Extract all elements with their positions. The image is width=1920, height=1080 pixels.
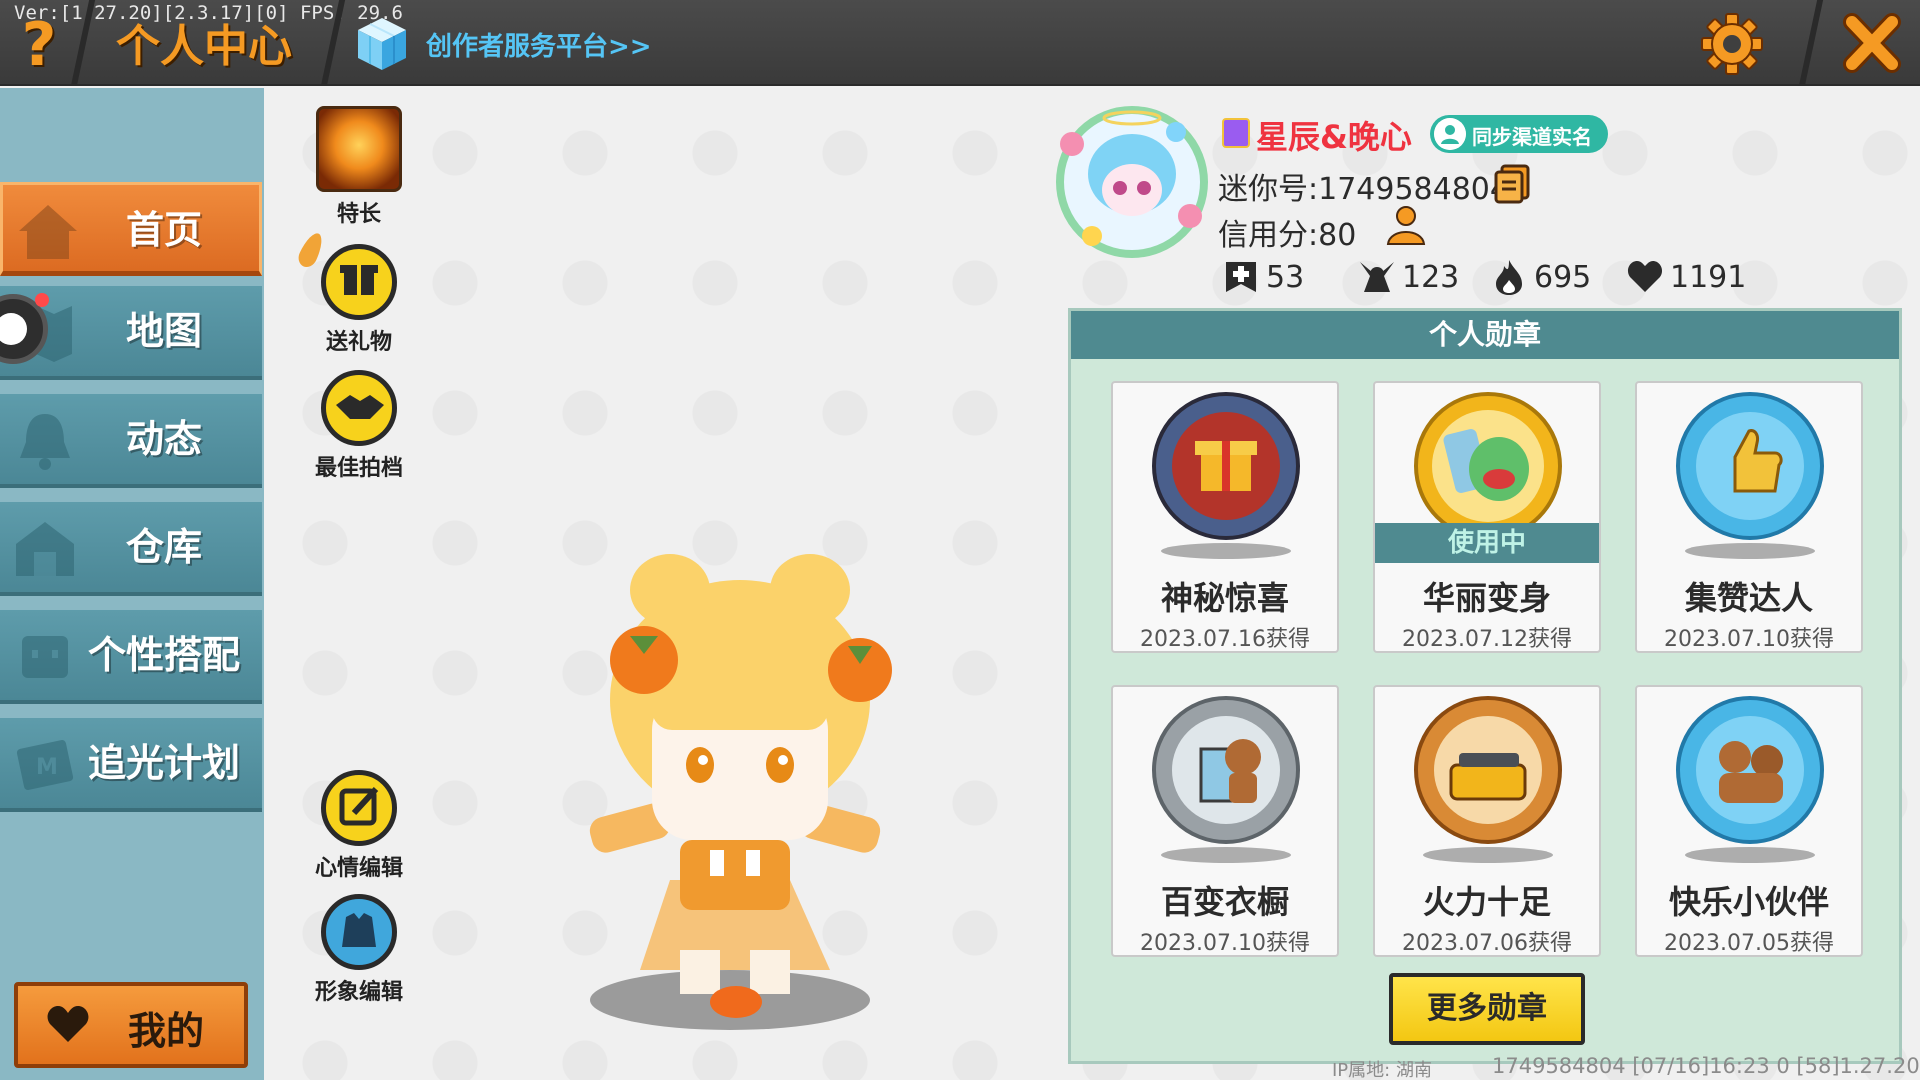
medal-card[interactable]: 快乐小伙伴 2023.07.05获得 <box>1635 685 1863 957</box>
medal-date: 2023.07.16获得 <box>1140 627 1310 652</box>
fans-icon <box>1360 262 1394 292</box>
sidebar-item-warehouse[interactable]: 仓库 <box>0 502 262 596</box>
medal-date: 2023.07.06获得 <box>1402 931 1572 956</box>
medal-panel-title: 个人勋章 <box>1071 311 1899 359</box>
copy-icon[interactable] <box>1492 164 1532 204</box>
sync-realname-button[interactable]: 同步渠道实名 <box>1430 115 1608 153</box>
talent-button[interactable]: 特长 <box>304 106 414 228</box>
medal-name: 百变衣橱 <box>1160 883 1289 921</box>
profile-avatar[interactable] <box>1052 104 1212 260</box>
stat-value: 123 <box>1402 260 1460 295</box>
medal-card[interactable]: 百变衣橱 2023.07.10获得 <box>1111 685 1339 957</box>
medal-name: 集赞达人 <box>1684 579 1813 617</box>
my-button[interactable]: 我的 <box>14 982 248 1068</box>
heart-icon <box>1627 261 1663 292</box>
sidebar-item-plan[interactable]: M 追光计划 <box>0 718 262 812</box>
in-use-tag: 使用中 <box>1375 523 1599 563</box>
mini-id: 迷你号:1749584804 <box>1218 172 1509 207</box>
image-edit-button[interactable]: 形象编辑 <box>304 894 414 1006</box>
stat-value: 1191 <box>1670 260 1747 295</box>
flame-icon <box>1496 260 1522 295</box>
cube-icon[interactable] <box>356 16 408 72</box>
medal-name: 快乐小伙伴 <box>1668 883 1829 921</box>
mood-edit-label: 心情编辑 <box>314 856 403 881</box>
mystery-gift-medal-icon <box>1152 392 1300 540</box>
talent-label: 特长 <box>336 202 381 227</box>
medal-card[interactable]: 使用中 华丽变身 2023.07.12获得 <box>1373 381 1601 653</box>
transform-medal-icon <box>1414 392 1562 540</box>
sidebar-item-label: 个性搭配 <box>87 633 240 677</box>
vip-badge-icon <box>1222 118 1250 148</box>
plus-icon <box>1226 262 1256 292</box>
sidebar-item-label: 地图 <box>125 309 202 353</box>
creator-platform-link[interactable]: 创作者服务平台>> <box>426 26 652 63</box>
medal-date: 2023.07.10获得 <box>1140 931 1310 956</box>
credit-score: 信用分:80 <box>1218 218 1357 253</box>
credit-user-icon[interactable] <box>1384 204 1428 248</box>
nickname: 星辰&晚心 <box>1256 118 1412 156</box>
medal-card[interactable]: 神秘惊喜 2023.07.16获得 <box>1111 381 1339 653</box>
medal-card[interactable]: 集赞达人 2023.07.10获得 <box>1635 381 1863 653</box>
outfit-icon <box>321 894 397 970</box>
footer-info: 1749584804 [07/16]16:23 0 [58]1.27.20 <box>1492 1054 1920 1078</box>
medal-name: 华丽变身 <box>1422 579 1551 617</box>
gear-icon[interactable] <box>1700 12 1764 76</box>
sidebar-item-label: 动态 <box>125 417 202 461</box>
medal-date: 2023.07.05获得 <box>1664 931 1834 956</box>
medal-name: 火力十足 <box>1422 883 1551 921</box>
sidebar-item-label: 首页 <box>125 208 202 252</box>
page-title: 个人中心 <box>116 21 292 72</box>
edit-icon <box>321 770 397 846</box>
top-bar: Ver:[1.27.20][2.3.17][0] FPS: 29.6 ? 个人中… <box>0 0 1920 86</box>
medal-panel: 个人勋章 神秘惊喜 2023.07.16获得 使用中 华丽变身 2023.07.… <box>1068 308 1902 1064</box>
help-icon[interactable]: ? <box>14 14 64 76</box>
gift-button[interactable]: 送礼物 <box>304 244 414 356</box>
ip-location: IP属地: 湖南 <box>1332 1060 1432 1080</box>
sidebar-item-outfit[interactable]: 个性搭配 <box>0 610 262 704</box>
heart-icon <box>47 1006 89 1042</box>
gift-icon <box>321 244 397 320</box>
stat-value: 695 <box>1534 260 1592 295</box>
sidebar: 首页 地图 动态 仓库 个性搭配 M 追光计划 <box>0 88 264 1080</box>
sidebar-item-label: 仓库 <box>125 525 202 569</box>
close-icon[interactable] <box>1840 10 1904 76</box>
happy-partner-medal-icon <box>1676 696 1824 844</box>
more-medals-button[interactable]: 更多勋章 <box>1389 973 1585 1045</box>
medal-date: 2023.07.10获得 <box>1664 627 1834 652</box>
firepower-medal-icon <box>1414 696 1562 844</box>
mood-edit-button[interactable]: 心情编辑 <box>304 770 414 882</box>
sidebar-item-feed[interactable]: 动态 <box>0 394 262 488</box>
handshake-icon <box>321 370 397 446</box>
player-avatar[interactable] <box>560 550 940 1040</box>
likes-master-medal-icon <box>1676 392 1824 540</box>
my-button-label: 我的 <box>128 1009 205 1053</box>
partner-button[interactable]: 最佳拍档 <box>304 370 414 482</box>
partner-label: 最佳拍档 <box>314 456 403 481</box>
sidebar-item-label: 追光计划 <box>87 741 240 785</box>
gift-label: 送礼物 <box>325 330 392 355</box>
medal-date: 2023.07.12获得 <box>1402 627 1572 652</box>
notification-dot <box>35 293 49 307</box>
wardrobe-medal-icon <box>1152 696 1300 844</box>
sidebar-item-home[interactable]: 首页 <box>0 182 262 276</box>
talent-icon <box>316 106 402 192</box>
medal-card[interactable]: 火力十足 2023.07.06获得 <box>1373 685 1601 957</box>
svg-text:M: M <box>36 755 58 780</box>
image-edit-label: 形象编辑 <box>314 980 403 1005</box>
stat-value: 53 <box>1266 260 1305 295</box>
user-check-icon <box>1434 118 1466 150</box>
separator <box>1798 0 1824 86</box>
sync-realname-label: 同步渠道实名 <box>1472 125 1592 149</box>
medal-name: 神秘惊喜 <box>1160 579 1289 617</box>
